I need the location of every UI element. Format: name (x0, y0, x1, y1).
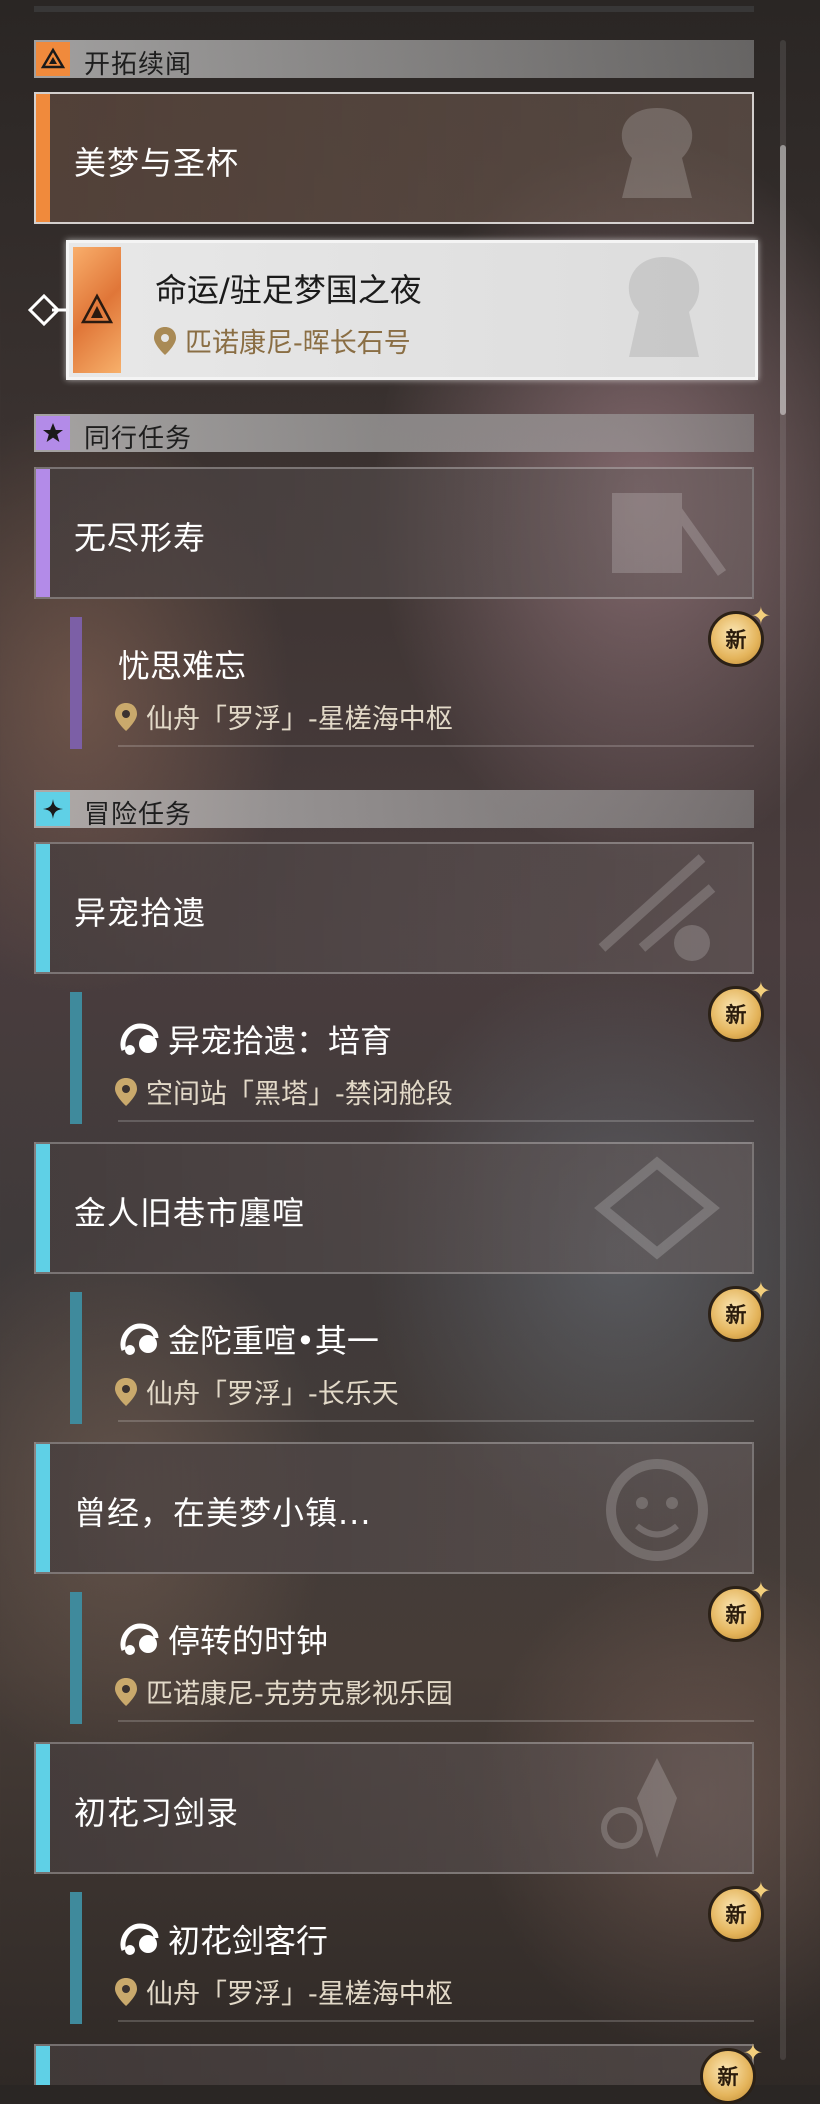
map-pin-icon (114, 1677, 138, 1707)
adventure-emblem-icon (598, 854, 716, 961)
sub-quest-location: 匹诺康尼-晖长石号 (153, 321, 411, 360)
sub-quest-name: 命运/驻足梦国之夜 (155, 271, 422, 309)
quest-accent-bar (36, 1444, 50, 1572)
section-header-companion: 同行任务 (34, 414, 754, 454)
quest-name: 曾经，在美梦小镇... (74, 1494, 372, 1532)
divider (118, 2020, 754, 2022)
section-title: 开拓续闻 (84, 50, 193, 80)
divider (118, 1720, 754, 1722)
section-header-adventure: 冒险任务 (34, 790, 754, 830)
location-text: 仙舟「罗浮」-长乐天 (146, 1379, 399, 1410)
location-text: 匹诺康尼-晖长石号 (185, 328, 411, 359)
new-badge: 新 ✦ (708, 977, 771, 1042)
adventure-emblem-icon (594, 1156, 720, 1260)
quest-card-meng-mei-xiao-zhen[interactable]: 曾经，在美梦小镇... (34, 1442, 754, 1574)
quest-accent-bar (36, 844, 50, 972)
quest-card-next-partial[interactable] (34, 2044, 754, 2085)
trailblaze-quest-badge (73, 247, 121, 373)
sub-quest-title: 异宠拾遗：培育 (118, 1016, 392, 1062)
quest-accent-bar (36, 2046, 50, 2085)
map-pin-icon (114, 1377, 138, 1407)
new-badge: 新 ✦ (708, 1877, 771, 1942)
sub-quest-accent-bar (70, 1892, 82, 2024)
sub-quest-title: 停转的时钟 (118, 1616, 328, 1662)
adventure-emblem-icon (601, 1758, 677, 1858)
quest-accent-bar (36, 1144, 50, 1272)
quest-card-jin-ren-jiu-xiang[interactable]: 金人旧巷市廛喧 (34, 1142, 754, 1274)
section-title: 同行任务 (84, 424, 193, 454)
sub-quest-accent-bar (70, 992, 82, 1124)
star-icon (36, 416, 70, 450)
quest-card-wu-jin-xing-shou[interactable]: 无尽形寿 (34, 467, 754, 599)
quest-card-meng-yu-sheng-bei[interactable]: 美梦与圣杯 (34, 92, 754, 224)
sub-quest-chu-hua-jian-ke-xing[interactable]: 初花剑客行 仙舟「罗浮」-星槎海中枢 (70, 1892, 754, 2024)
sub-quest-accent-bar (70, 1592, 82, 1724)
quest-card-chu-hua-xi-jian-lu[interactable]: 初花习剑录 (34, 1742, 754, 1874)
section-header-trailblaze: 开拓续闻 (34, 40, 754, 80)
sub-quest-location: 匹诺康尼-克劳克影视乐园 (114, 1672, 453, 1711)
daily-quest-icon (118, 1320, 160, 1358)
divider (118, 745, 754, 747)
quest-accent-bar (36, 94, 50, 222)
companion-emblem-icon (612, 493, 727, 576)
quest-name: 金人旧巷市廛喧 (74, 1194, 306, 1232)
sub-quest-title: 金陀重喧•其一 (118, 1316, 379, 1362)
sub-quest-jin-tuo-zhong-xuan[interactable]: 金陀重喧•其一 仙舟「罗浮」-长乐天 (70, 1292, 754, 1424)
daily-quest-icon (118, 1020, 160, 1058)
sub-quest-location: 仙舟「罗浮」-星槎海中枢 (114, 1972, 453, 2011)
location-text: 空间站「黑塔」-禁闭舱段 (146, 1079, 453, 1110)
trailblaze-emblem-icon (621, 108, 693, 198)
location-text: 匹诺康尼-克劳克影视乐园 (146, 1679, 453, 1710)
new-badge: 新 ✦ (700, 2039, 763, 2104)
sub-quest-location: 仙舟「罗浮」-星槎海中枢 (114, 697, 453, 736)
divider (118, 1120, 754, 1122)
quest-card-yi-chong-shi-yi[interactable]: 异宠拾遗 (34, 842, 754, 974)
sub-quest-title: 初花剑客行 (118, 1916, 328, 1962)
sub-quest-ting-zhuan-de-shi-zhong[interactable]: 停转的时钟 匹诺康尼-克劳克影视乐园 (70, 1592, 754, 1724)
sub-quest-you-si-nan-wang[interactable]: 忧思难忘 仙舟「罗浮」-星槎海中枢 (70, 617, 754, 749)
daily-quest-icon (118, 1920, 160, 1958)
sub-quest-accent-bar (70, 1292, 82, 1424)
scrollbar-thumb[interactable] (780, 145, 786, 415)
sub-quest-selected[interactable]: 命运/驻足梦国之夜 匹诺康尼-晖长石号 (66, 240, 758, 380)
quest-accent-bar (36, 469, 50, 597)
map-pin-icon (114, 1977, 138, 2007)
map-pin-icon (153, 326, 177, 356)
quest-name: 初花习剑录 (74, 1794, 240, 1832)
sub-quest-accent-bar (70, 617, 82, 749)
new-badge: 新 ✦ (708, 1577, 771, 1642)
sub-quest-location: 仙舟「罗浮」-长乐天 (114, 1372, 399, 1411)
sub-quest-location: 空间站「黑塔」-禁闭舱段 (114, 1072, 453, 1111)
map-pin-icon (114, 702, 138, 732)
new-badge: 新 ✦ (708, 602, 771, 667)
sub-quest-pei-yu[interactable]: 异宠拾遗：培育 空间站「黑塔」-禁闭舱段 (70, 992, 754, 1124)
selected-indicator-icon (27, 293, 66, 327)
new-badge: 新 ✦ (708, 1277, 771, 1342)
quest-name: 美梦与圣杯 (74, 144, 240, 182)
sub-quest-name: 忧思难忘 (118, 647, 247, 685)
quest-accent-bar (36, 1744, 50, 1872)
quest-name: 无尽形寿 (74, 519, 207, 557)
top-divider (34, 6, 754, 12)
trailblaze-icon (80, 293, 114, 324)
quest-name: 异宠拾遗 (74, 894, 207, 932)
trailblaze-emblem-icon (628, 257, 700, 357)
location-text: 仙舟「罗浮」-星槎海中枢 (146, 1979, 453, 2010)
daily-quest-icon (118, 1620, 160, 1658)
trailblaze-icon (36, 42, 70, 76)
sparkle-icon (36, 792, 70, 826)
location-text: 仙舟「罗浮」-星槎海中枢 (146, 704, 453, 735)
section-title: 冒险任务 (84, 800, 193, 830)
map-pin-icon (114, 1077, 138, 1107)
adventure-emblem-icon (606, 1459, 708, 1561)
divider (118, 1420, 754, 1422)
